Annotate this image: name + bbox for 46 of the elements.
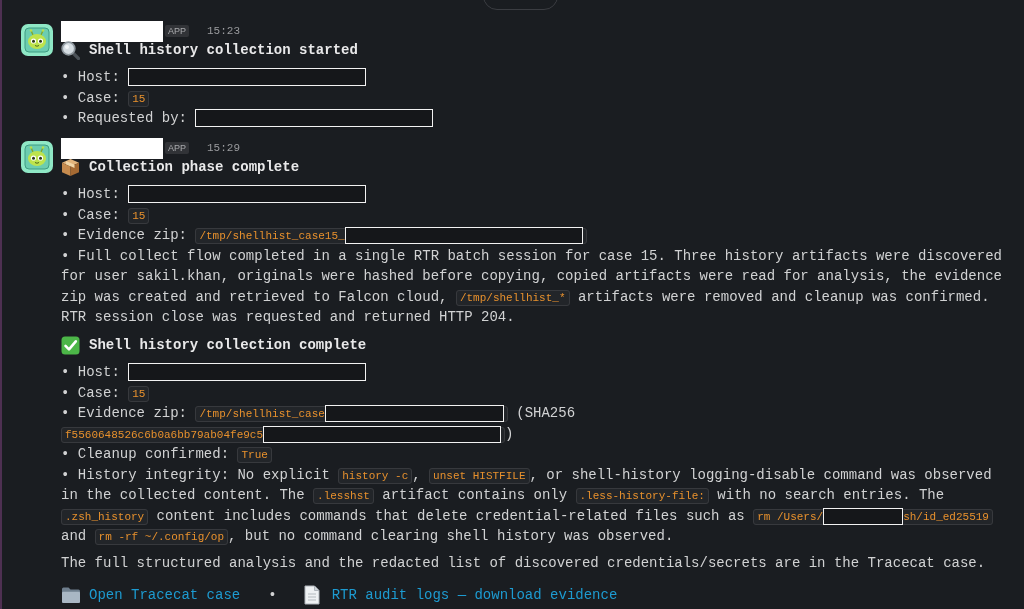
code-text: /tmp/shellhist_case15_ [199, 230, 345, 242]
message-text: • Requested by: [61, 108, 1011, 129]
inline-code: .zsh_history [61, 508, 149, 525]
message-text: • Case: 15 [61, 382, 1011, 403]
message-text: • Case: 15 [61, 204, 1011, 225]
message-text: • Evidence zip: /tmp/shellhist_case15_ [61, 225, 1011, 246]
inline-code: True [237, 447, 272, 463]
message-text: • Host: [61, 67, 1011, 88]
inline-code: rm -rf ~/.config/op [94, 529, 229, 545]
bot-avatar-icon[interactable] [21, 141, 53, 173]
bot-avatar-icon[interactable] [21, 24, 53, 56]
app-badge: APP [165, 142, 189, 154]
check-icon [61, 335, 80, 355]
code-text: f5560648526c6b0a6bb79ab04fe9c5 [65, 428, 264, 441]
message-text: • Cleanup confirmed: True [61, 444, 1011, 465]
message-title: Shell history collection started [89, 42, 358, 58]
message-text: The full structured analysis and the redacted list of discovered credentials/secrets are in the Tracecat case. [61, 553, 987, 573]
inline-code: 15 [128, 90, 150, 107]
inline-code: 15 [128, 207, 150, 224]
inline-code: 15 [128, 385, 150, 402]
message-time: 15:29 [207, 142, 241, 154]
message-time: 15:23 [207, 25, 241, 37]
message-title: Collection phase complete [89, 159, 300, 175]
inline-code: history -c [338, 467, 413, 484]
search-icon [61, 40, 80, 60]
package-icon [61, 157, 80, 177]
document-icon [303, 585, 320, 605]
code-text: /tmp/shellhist_case [199, 408, 325, 420]
message-text: • Host: [61, 184, 1011, 205]
link-separator: • [268, 587, 277, 603]
code-text: sh/id_ed25519 [903, 510, 989, 523]
folder-icon [61, 586, 81, 604]
download-link[interactable]: RTR audit logs — download evidence [331, 587, 618, 603]
inline-code: .less-history-file: [575, 488, 709, 504]
inline-code: /tmp/shellhist_* [455, 289, 570, 306]
code-text: rm /Users/ [757, 510, 824, 523]
app-badge: APP [165, 25, 189, 37]
message-title: Shell history collection complete [89, 337, 367, 353]
message-text: • Evidence zip: /tmp/shellhist_case (SHA256 f5560648526c6b0a6bb79ab04fe9c5 ) [61, 404, 577, 444]
inline-code: .lesshst [313, 488, 374, 504]
message-text: • History integrity: No explicit history -c , unset HISTFILE , or shell-history logging-disable command was observed in the collected content. The .lesshst artifact contains only .less-history-file: with no search entries. The .zsh_history content includes commands that delete credential-related files such as rm /Users/ sh/id_ed25519 and rm -rf ~/.config/op , but no command clearing shell history was observed. [61, 465, 994, 547]
message-text: • Full collect flow completed in a single RTR batch session for case 15. Three history artifacts were discovered for user sakil.khan, originals were hashed before copying, copied artifacts were read for analysis, the evidence zip was created and retrieved to Falcon cloud, /tmp/shellhist_* artifacts were removed and cleanup was confirmed. RTR session close was requested and returned HTTP 204. [61, 246, 1003, 327]
message-text: • Host: [61, 362, 1011, 383]
message-text: • Case: 15 [61, 87, 1011, 108]
inline-code: unset HISTFILE [429, 467, 530, 484]
case-link[interactable]: Open Tracecat case [89, 587, 241, 603]
